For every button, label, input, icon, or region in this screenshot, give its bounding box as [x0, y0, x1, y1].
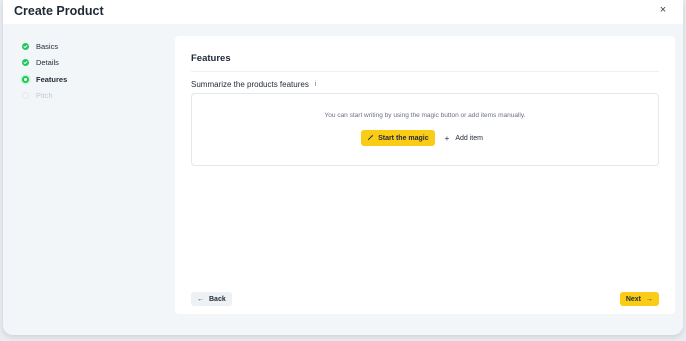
step-label: Basics: [36, 41, 59, 51]
add-item-label: Add item: [455, 134, 483, 142]
check-circle-icon: [22, 42, 29, 50]
start-magic-label: Start the magic: [378, 134, 429, 142]
plus-icon: +: [444, 133, 450, 143]
step-label: Pitch: [36, 91, 53, 101]
features-editor: You can start writing by using the magic…: [191, 93, 659, 166]
empty-hint: You can start writing by using the magic…: [324, 112, 526, 119]
back-button[interactable]: ← Back: [191, 292, 232, 306]
info-icon[interactable]: i: [315, 81, 317, 88]
card-title: Features: [191, 53, 231, 64]
section-label-text: Summarize the products features: [191, 80, 309, 89]
next-label: Next: [625, 295, 641, 303]
stepper: Basics Details Features Pitch: [22, 38, 67, 104]
add-item-button[interactable]: + Add item: [445, 130, 483, 146]
step-pitch[interactable]: Pitch: [22, 88, 67, 105]
arrow-right-icon: →: [646, 295, 653, 303]
dialog-title: Create Product: [14, 4, 104, 18]
step-details[interactable]: Details: [22, 55, 67, 72]
start-magic-button[interactable]: Start the magic: [361, 130, 435, 146]
next-button[interactable]: Next →: [619, 292, 659, 306]
create-product-dialog: Create Product × Basics Details Features…: [3, 0, 683, 335]
check-circle-icon: [22, 59, 29, 67]
step-label: Details: [36, 58, 59, 68]
close-icon[interactable]: ×: [657, 3, 669, 17]
pending-step-icon: [22, 92, 29, 100]
dialog-header: Create Product ×: [3, 0, 683, 24]
features-actions: Start the magic + Add item: [192, 130, 658, 146]
step-label: Features: [36, 74, 68, 84]
back-label: Back: [209, 295, 226, 303]
features-section-label: Summarize the products features i: [191, 80, 316, 89]
arrow-left-icon: ←: [197, 295, 204, 303]
step-basics[interactable]: Basics: [22, 38, 67, 55]
step-features[interactable]: Features: [22, 71, 67, 88]
divider: [191, 71, 659, 72]
current-step-icon: [22, 75, 29, 83]
features-card: Features Summarize the products features…: [175, 36, 675, 314]
magic-wand-icon: [367, 134, 374, 143]
